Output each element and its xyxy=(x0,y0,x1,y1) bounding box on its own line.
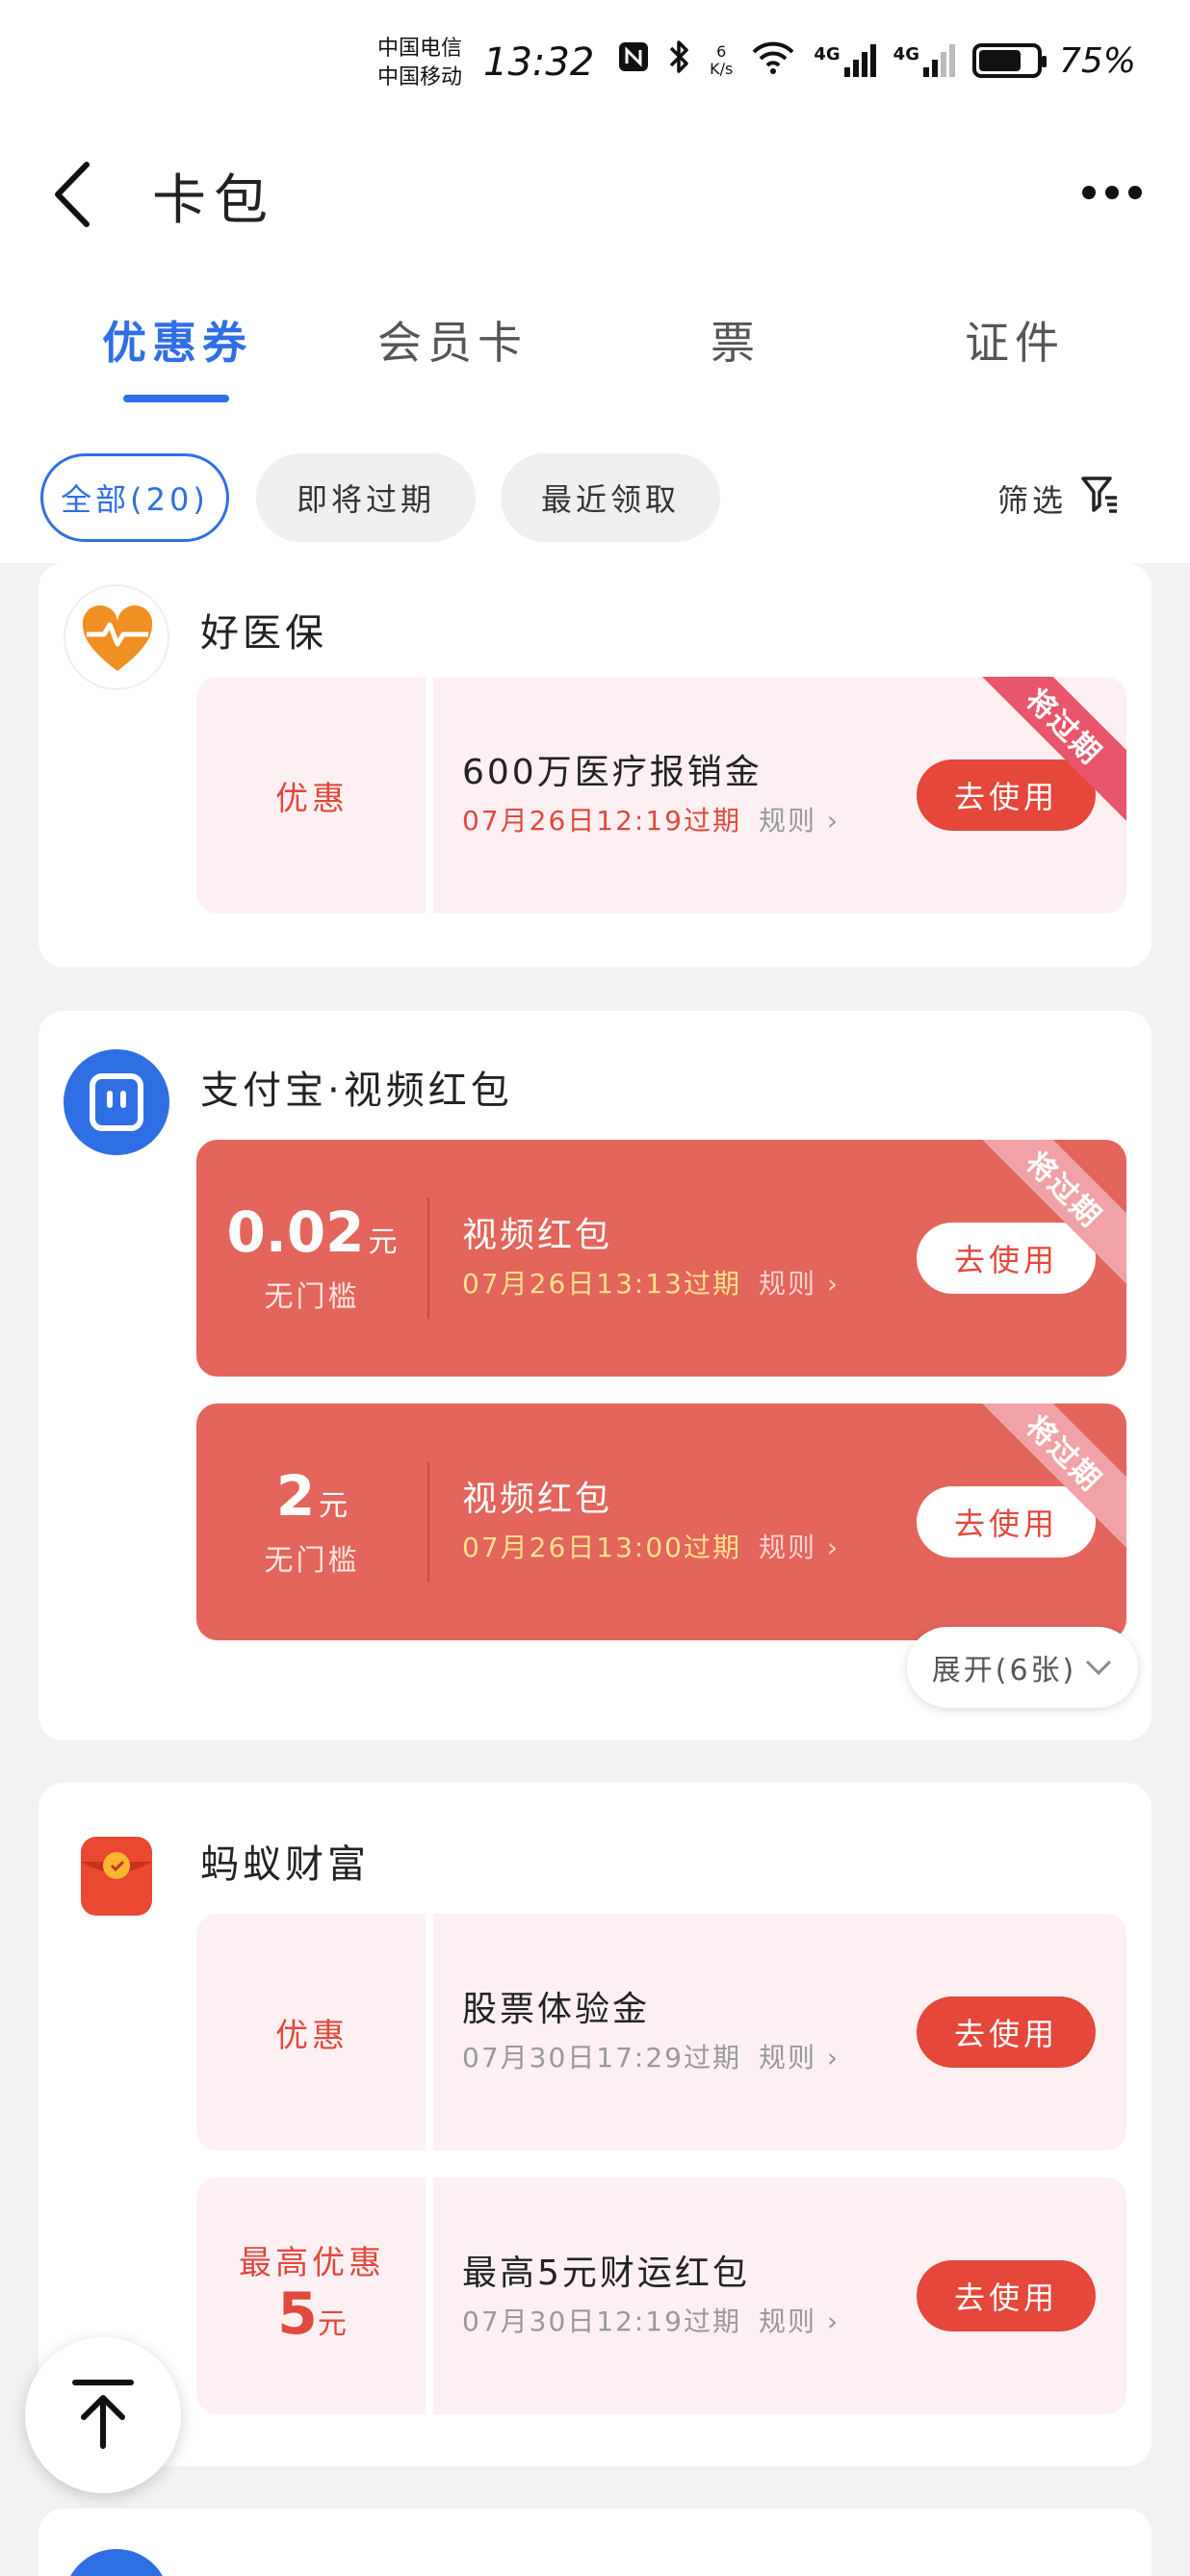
coupon-meta: 07月26日13:00过期 规则 › xyxy=(462,1527,840,1565)
alipay-video-logo-icon xyxy=(64,1049,169,1155)
coupon-max-discount-label: 最高优惠 xyxy=(239,2244,385,2282)
coupon-rule-link[interactable]: 规则 › xyxy=(759,2037,840,2075)
coupon-value-area: 优惠 xyxy=(196,677,427,914)
use-coupon-button[interactable]: 去使用 xyxy=(917,2260,1096,2331)
battery-percent: 75% xyxy=(1058,40,1136,81)
tab-membership-cards[interactable]: 会员卡 xyxy=(337,308,568,372)
carrier-names: 中国电信 中国移动 xyxy=(377,35,462,92)
coupon-threshold: 无门槛 xyxy=(264,1543,360,1578)
coupon-value-area: 最高优惠 5元 xyxy=(196,2177,427,2414)
merchant-card xyxy=(39,2509,1151,2576)
coupon-rule-link[interactable]: 规则 › xyxy=(759,2301,840,2339)
coupon-amount: 2元 xyxy=(275,1462,349,1529)
merchant-card: 好医保 优惠 600万医疗报销金 07月26日12:19过期 规则 › 去使用 … xyxy=(39,563,1151,967)
use-coupon-button[interactable]: 去使用 xyxy=(917,1996,1096,2068)
merchant-name: 蚂蚁财富 xyxy=(200,1842,370,1887)
merchant-card: 蚂蚁财富 优惠 股票体验金 07月30日17:29过期 规则 › 去使用 最高优… xyxy=(39,1783,1151,2466)
chevron-down-icon xyxy=(1084,1651,1113,1685)
coupon-threshold: 无门槛 xyxy=(264,1279,360,1314)
filter-funnel-icon xyxy=(1080,475,1121,523)
coupon-expiry: 07月26日12:19过期 xyxy=(462,805,741,837)
app-root: 中国电信 中国移动 13:32 6 K/s 4G 4G 75% 卡包 优惠券 会… xyxy=(0,0,1190,2576)
carrier-1: 中国电信 xyxy=(377,37,463,61)
coupon-expiry: 07月30日17:29过期 xyxy=(462,2042,741,2074)
arrow-up-icon xyxy=(69,2377,137,2454)
filter-chip-recent[interactable]: 最近领取 xyxy=(501,453,720,542)
back-to-top-button[interactable] xyxy=(25,2337,181,2493)
coupon-item[interactable]: 优惠 股票体验金 07月30日17:29过期 规则 › 去使用 xyxy=(196,1914,1126,2151)
merchant-name: 支付宝·视频红包 xyxy=(200,1069,513,1113)
wifi-icon xyxy=(750,39,796,83)
header: 卡包 xyxy=(0,130,1190,260)
use-coupon-button[interactable]: 去使用 xyxy=(917,1486,1096,1558)
coupon-title: 视频红包 xyxy=(462,1480,613,1519)
carrier-2: 中国移动 xyxy=(377,65,463,90)
coupon-expiry: 07月30日12:19过期 xyxy=(462,2306,741,2337)
tab-coupons[interactable]: 优惠券 xyxy=(62,308,293,372)
coupon-title: 最高5元财运红包 xyxy=(462,2254,750,2293)
signal-2: 4G xyxy=(893,44,955,77)
coupon-title: 股票体验金 xyxy=(462,1990,651,2029)
red-envelope-logo-icon xyxy=(64,1823,169,1929)
back-arrow-icon[interactable] xyxy=(50,159,96,230)
merchant-logo-icon xyxy=(64,2549,169,2576)
coupon-amount: 0.02 元 xyxy=(226,1198,398,1265)
coupon-kind: 优惠 xyxy=(275,2016,349,2055)
filter-button[interactable]: 筛选 xyxy=(997,475,1121,523)
coupon-rule-link[interactable]: 规则 › xyxy=(759,1263,840,1301)
bluetooth-icon xyxy=(667,39,692,83)
coupon-item[interactable]: 优惠 600万医疗报销金 07月26日12:19过期 规则 › 去使用 将过期 xyxy=(196,677,1126,914)
status-bar: 中国电信 中国移动 13:32 6 K/s 4G 4G 75% xyxy=(0,0,1190,130)
coupon-kind: 优惠 xyxy=(275,779,349,818)
merchant-name: 好医保 xyxy=(200,611,327,656)
tab-documents[interactable]: 证件 xyxy=(899,308,1130,372)
heart-logo-icon xyxy=(64,584,169,690)
coupon-item[interactable]: 0.02 元 无门槛 视频红包 07月26日13:13过期 规则 › 去使用 将过… xyxy=(196,1140,1126,1377)
coupon-value-area: 0.02 元 无门槛 xyxy=(196,1140,427,1377)
coupon-expiry: 07月26日13:00过期 xyxy=(462,1532,741,1563)
coupon-rule-link[interactable]: 规则 › xyxy=(759,800,840,838)
battery-icon xyxy=(971,43,1047,78)
tab-bar: 优惠券 会员卡 票 证件 xyxy=(0,260,1190,419)
filter-chip-expiring[interactable]: 即将过期 xyxy=(256,453,476,542)
merchant-card: 支付宝·视频红包 0.02 元 无门槛 视频红包 07月26日13:13过期 规则… xyxy=(39,1011,1151,1740)
signal-bars-icon xyxy=(922,44,955,77)
net-speed: 6 K/s xyxy=(710,42,734,78)
coupon-amount: 5元 xyxy=(277,2280,347,2348)
use-coupon-button[interactable]: 去使用 xyxy=(917,1223,1096,1294)
coupon-expiry: 07月26日13:13过期 xyxy=(462,1268,741,1300)
filter-label: 筛选 xyxy=(996,482,1067,519)
coupon-value-area: 优惠 xyxy=(196,1914,427,2151)
page-title: 卡包 xyxy=(152,169,275,232)
signal-1: 4G xyxy=(814,44,876,77)
signal-bars-icon xyxy=(843,44,876,77)
nfc-icon xyxy=(617,40,650,81)
coupon-title: 视频红包 xyxy=(462,1216,613,1255)
coupon-rule-link[interactable]: 规则 › xyxy=(759,1527,840,1565)
coupon-meta: 07月30日12:19过期 规则 › xyxy=(462,2301,840,2339)
coupon-meta: 07月30日17:29过期 规则 › xyxy=(462,2037,840,2075)
use-coupon-button[interactable]: 去使用 xyxy=(917,760,1096,831)
clock: 13:32 xyxy=(483,40,595,85)
filter-chip-all[interactable]: 全部(20) xyxy=(40,453,229,542)
tab-tickets[interactable]: 票 xyxy=(620,308,851,372)
status-icons: 6 K/s 4G 4G 75% xyxy=(617,39,1136,83)
filter-bar: 全部(20) 即将过期 最近领取 筛选 xyxy=(0,419,1190,563)
coupon-meta: 07月26日13:13过期 规则 › xyxy=(462,1263,840,1301)
coupon-value-area: 2元 无门槛 xyxy=(196,1404,427,1640)
expand-label: 展开(6张) xyxy=(931,1654,1077,1687)
coupon-meta: 07月26日12:19过期 规则 › xyxy=(462,800,840,838)
expand-coupons-button[interactable]: 展开(6张) xyxy=(907,1627,1138,1708)
coupon-title: 600万医疗报销金 xyxy=(462,753,763,792)
active-tab-indicator xyxy=(123,395,229,402)
coupon-item[interactable]: 2元 无门槛 视频红包 07月26日13:00过期 规则 › 去使用 将过期 xyxy=(196,1404,1126,1640)
coupon-item[interactable]: 最高优惠 5元 最高5元财运红包 07月30日12:19过期 规则 › 去使用 xyxy=(196,2177,1126,2414)
more-options-icon[interactable] xyxy=(1082,186,1142,199)
